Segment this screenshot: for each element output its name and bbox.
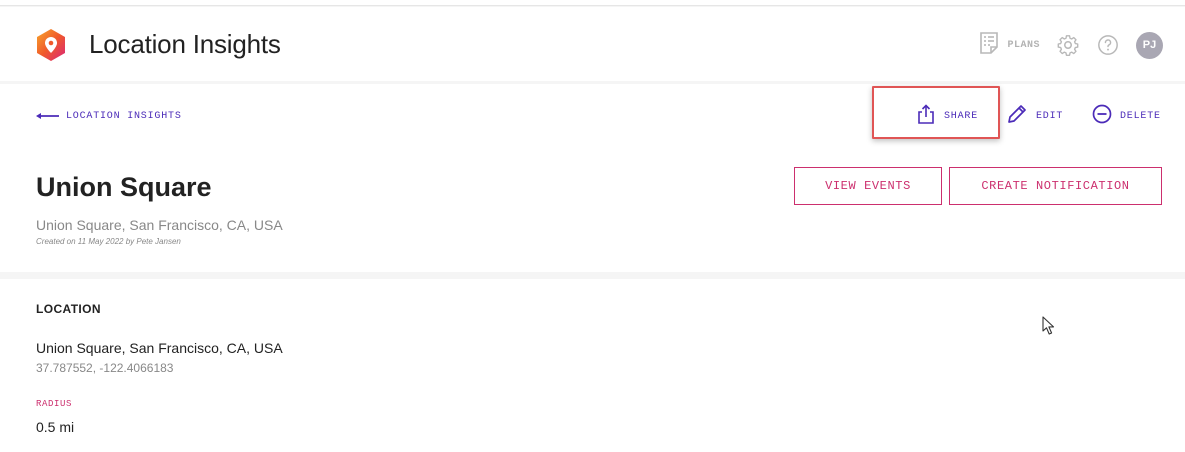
- arrow-left-icon: [36, 107, 60, 125]
- delete-button[interactable]: DELETE: [1092, 104, 1161, 129]
- edit-label: EDIT: [1036, 111, 1064, 122]
- location-section: LOCATION Union Square, San Francisco, CA…: [0, 279, 1185, 452]
- plans-icon: [979, 31, 999, 59]
- place-address: Union Square, San Francisco, CA, USA: [36, 217, 283, 233]
- created-info: Created on 11 May 2022 by Pete Jansen: [36, 237, 181, 246]
- share-button[interactable]: SHARE: [916, 104, 978, 129]
- radius-value: 0.5 mi: [36, 419, 75, 435]
- help-icon[interactable]: [1096, 33, 1120, 57]
- radius-label: RADIUS: [36, 399, 73, 409]
- pencil-icon: [1006, 103, 1028, 130]
- plans-label: PLANS: [1007, 39, 1040, 51]
- minus-circle-icon: [1092, 104, 1112, 129]
- create-notification-button[interactable]: CREATE NOTIFICATION: [949, 167, 1162, 205]
- back-link-label: LOCATION INSIGHTS: [66, 110, 182, 122]
- back-link[interactable]: LOCATION INSIGHTS: [36, 107, 182, 125]
- app-logo-icon[interactable]: [34, 28, 68, 62]
- app-header: Location Insights PLANS PJ: [0, 7, 1185, 81]
- plans-link[interactable]: PLANS: [979, 31, 1040, 59]
- location-address: Union Square, San Francisco, CA, USA: [36, 340, 283, 356]
- location-coordinates: 37.787552, -122.4066183: [36, 361, 174, 375]
- header-actions: PLANS PJ: [979, 31, 1163, 59]
- edit-button[interactable]: EDIT: [1006, 103, 1063, 130]
- location-heading: LOCATION: [36, 302, 101, 316]
- view-events-button[interactable]: VIEW EVENTS: [794, 167, 942, 205]
- delete-label: DELETE: [1120, 111, 1161, 122]
- mouse-pointer-icon: [1042, 316, 1056, 341]
- share-label: SHARE: [944, 111, 979, 122]
- gear-icon[interactable]: [1056, 33, 1080, 57]
- share-icon: [916, 104, 936, 129]
- user-avatar[interactable]: PJ: [1136, 31, 1163, 59]
- page-title: Union Square: [36, 172, 212, 202]
- top-divider: [0, 0, 1185, 6]
- location-detail-card: LOCATION INSIGHTS SHARE EDIT DELETE Unio…: [0, 84, 1185, 272]
- app-title: Location Insights: [89, 29, 281, 59]
